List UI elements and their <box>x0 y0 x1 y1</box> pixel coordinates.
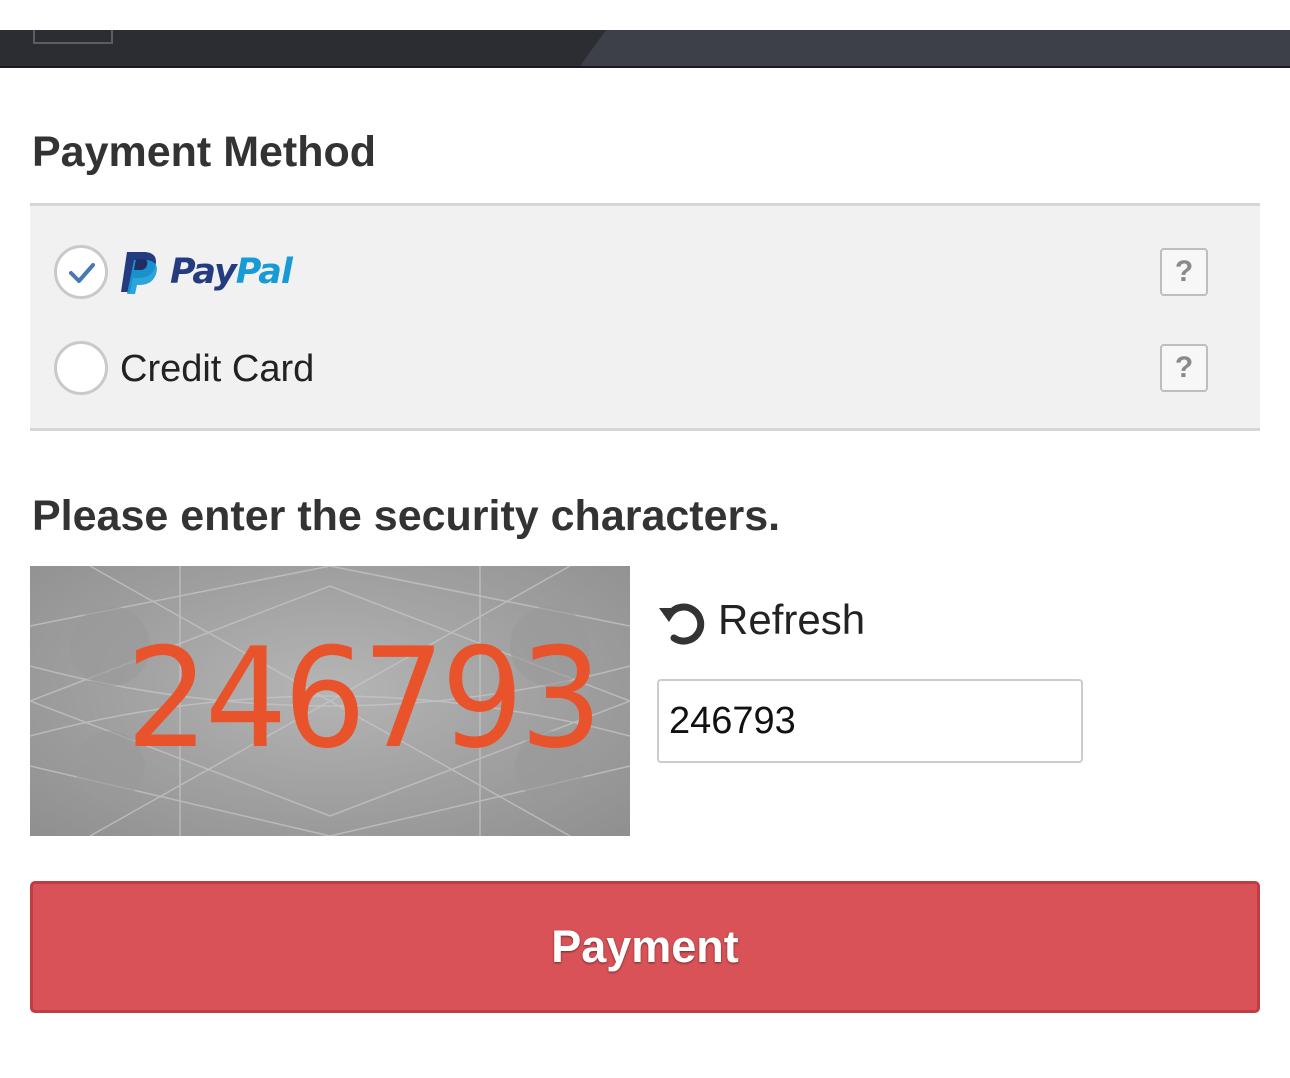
paypal-wordmark: PayPal <box>170 252 293 292</box>
paypal-wordmark-pal: Pal <box>235 252 293 292</box>
top-bar-tab[interactable] <box>33 30 113 44</box>
refresh-icon <box>659 603 705 645</box>
captcha-image: 246793 <box>30 566 630 836</box>
credit-card-help-button[interactable]: ? <box>1160 344 1208 392</box>
security-characters-input[interactable] <box>657 679 1083 763</box>
top-bar-bottom-border <box>0 66 1290 68</box>
payment-button[interactable]: Payment <box>30 881 1260 1013</box>
paypal-radio[interactable] <box>54 245 108 299</box>
security-characters-title: Please enter the security characters. <box>32 492 781 540</box>
refresh-label: Refresh <box>718 596 866 643</box>
paypal-help-button[interactable]: ? <box>1160 248 1208 296</box>
top-navigation-bar <box>0 0 1290 68</box>
paypal-wordmark-pay: Pay <box>170 252 237 292</box>
paypal-logo-icon <box>121 252 157 294</box>
credit-card-label[interactable]: Credit Card <box>120 348 314 391</box>
top-bar-right-segment <box>580 30 1290 66</box>
check-icon <box>69 263 95 283</box>
top-bar-spacer <box>0 0 1290 30</box>
payment-method-list: PayPal ? Credit Card ? <box>30 203 1260 431</box>
captcha-characters: 246793 <box>126 618 602 779</box>
payment-method-title: Payment Method <box>32 128 377 176</box>
credit-card-radio[interactable] <box>54 341 108 395</box>
